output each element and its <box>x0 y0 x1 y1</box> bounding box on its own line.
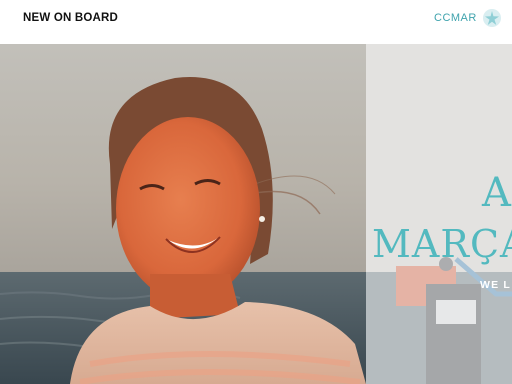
top-header: NEW ON BOARD CCMAR <box>0 0 512 44</box>
hero-banner <box>0 44 512 384</box>
portrait-photo <box>0 44 366 384</box>
ccmar-logo[interactable]: CCMAR <box>434 8 504 28</box>
logo-text: CCMAR <box>434 12 477 24</box>
page-title: NEW ON BOARD <box>23 12 119 24</box>
profile-first-name: A <box>482 170 511 216</box>
starfish-logo-icon <box>482 9 501 27</box>
profile-last-name: MARÇA <box>372 222 512 266</box>
tagline-text: WE L <box>480 279 512 291</box>
page: NEW ON BOARD CCMAR A MARÇ WE L <box>0 0 512 384</box>
